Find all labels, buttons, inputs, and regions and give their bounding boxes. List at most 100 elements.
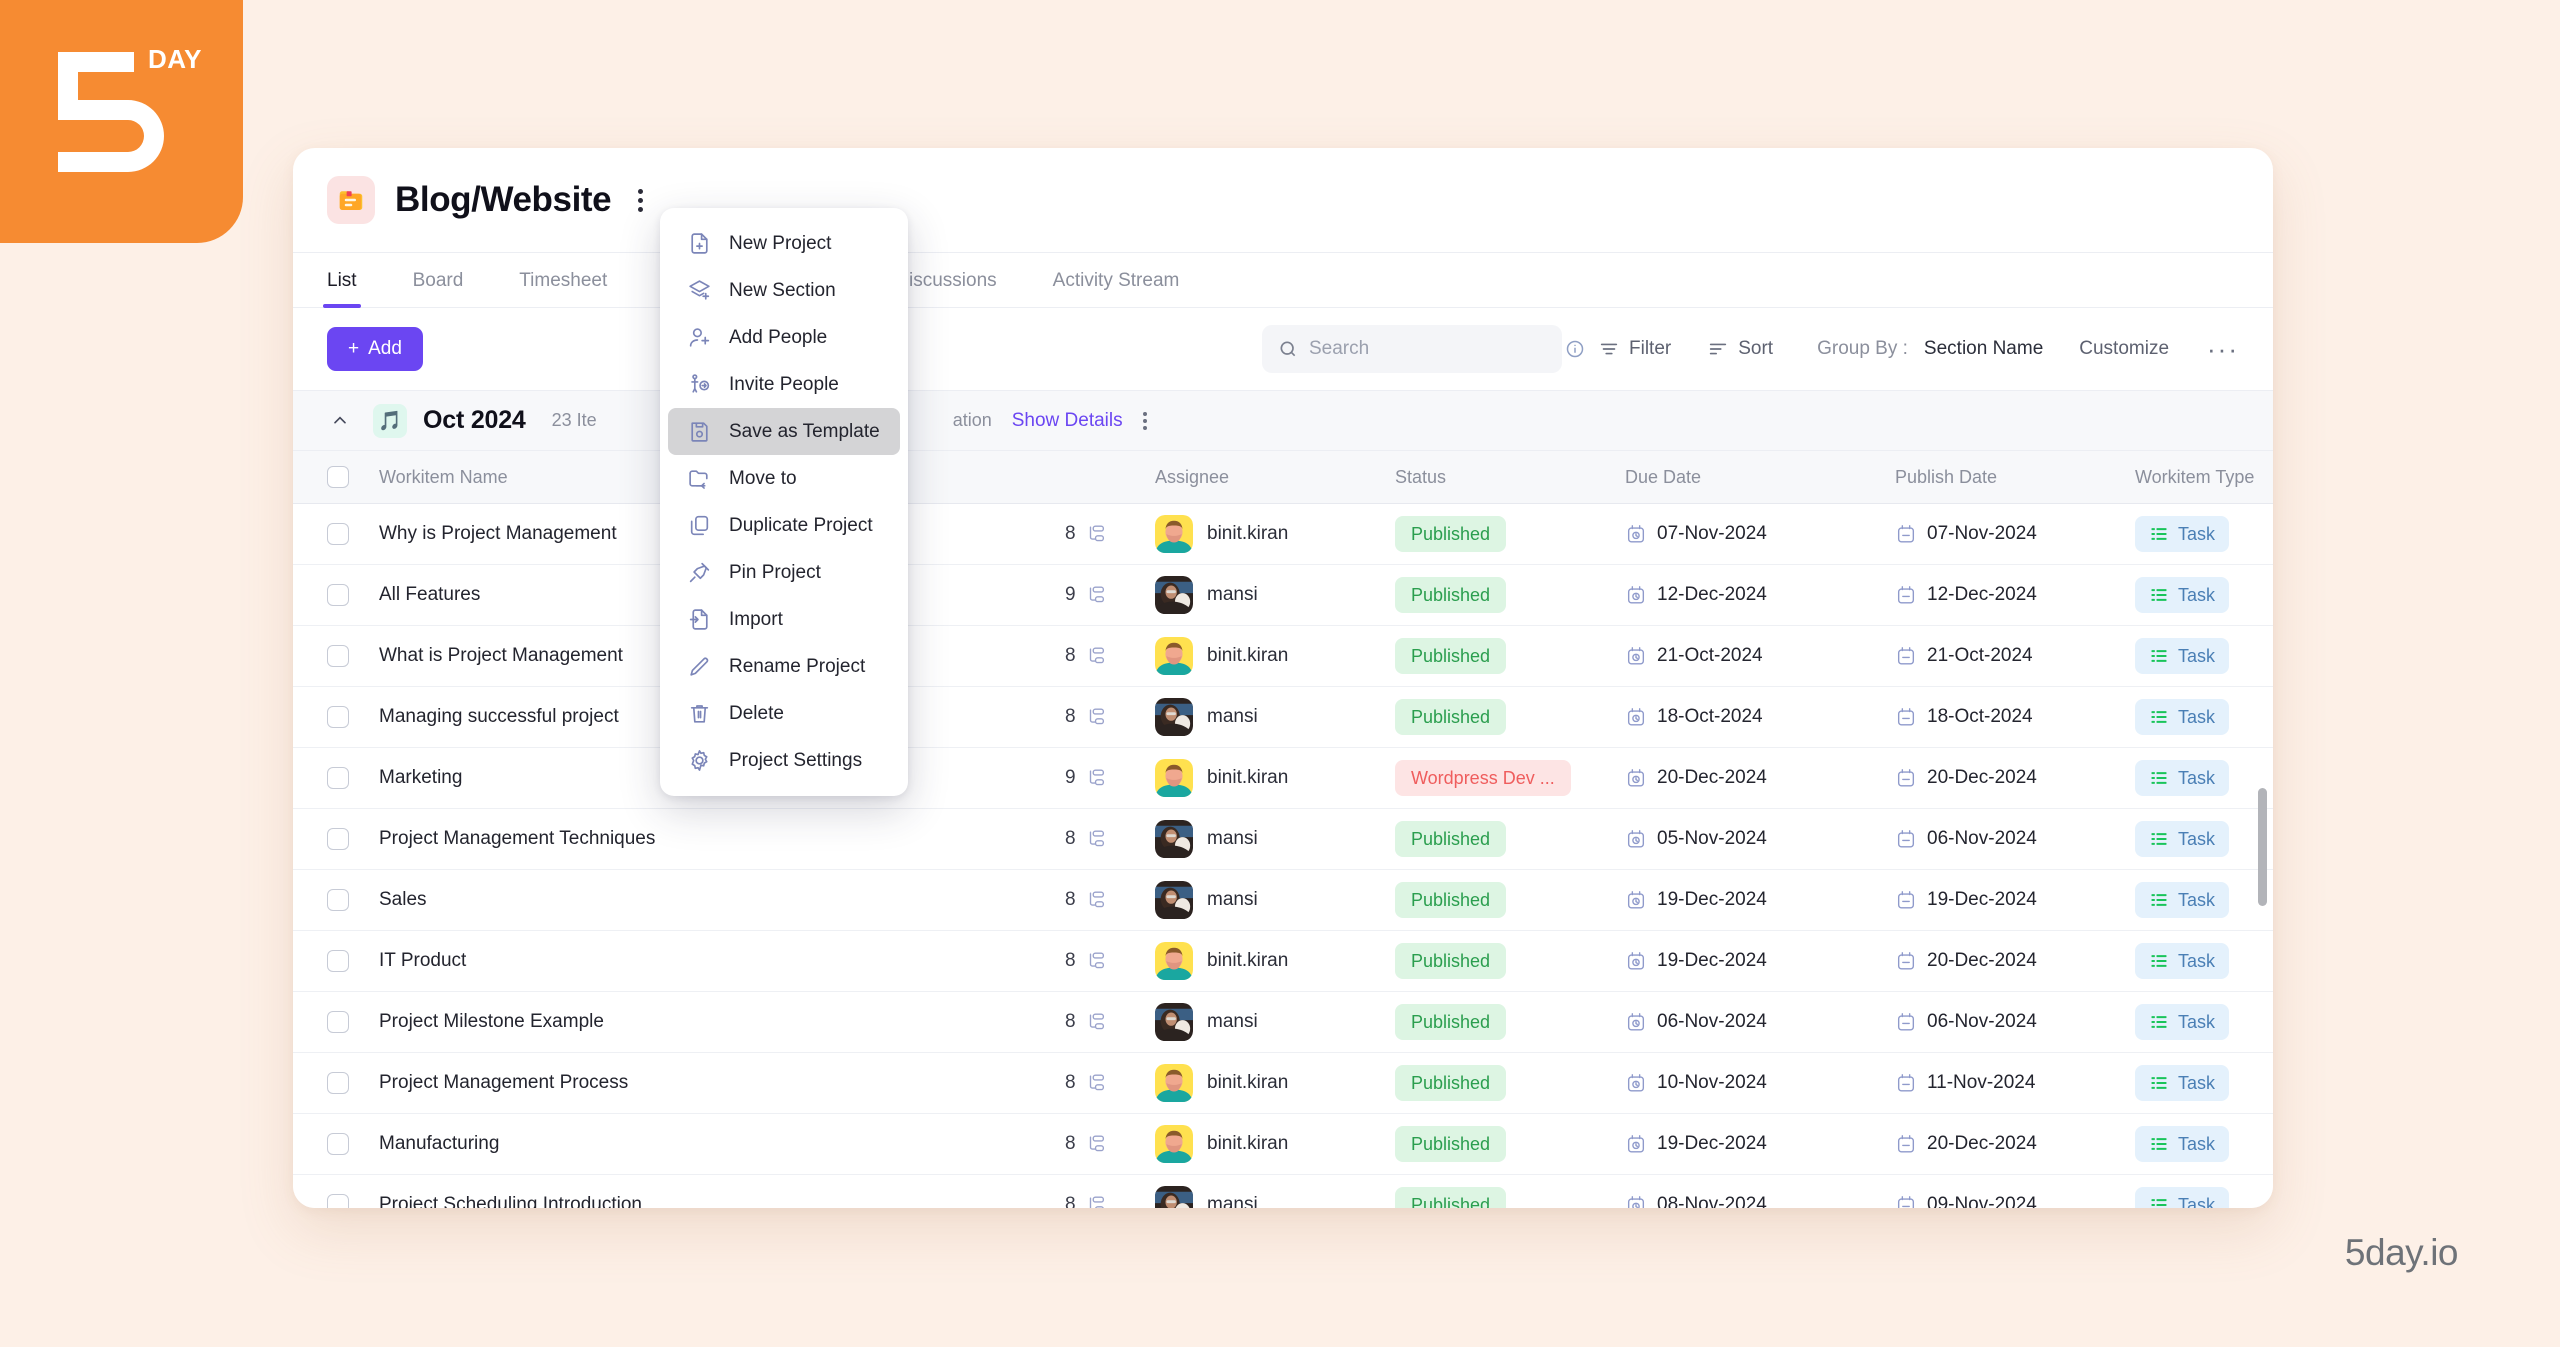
cell-workitem-type[interactable]: Task <box>2135 943 2273 979</box>
table-row[interactable]: What is Project Management 8 binit.kiran… <box>293 626 2273 687</box>
column-header-publish-date[interactable]: Publish Date <box>1895 467 2135 488</box>
vertical-scrollbar[interactable] <box>2258 448 2267 1208</box>
row-checkbox[interactable] <box>327 523 349 545</box>
customize-button[interactable]: Customize <box>2079 338 2169 360</box>
cell-publish-date[interactable]: 20-Dec-2024 <box>1895 950 2135 972</box>
filter-button[interactable]: Filter <box>1598 338 1671 360</box>
menu-item-new-section[interactable]: New Section <box>668 267 900 314</box>
select-all-checkbox[interactable] <box>327 466 349 488</box>
project-more-options-icon[interactable] <box>625 182 655 218</box>
cell-assignee[interactable]: binit.kiran <box>1155 515 1395 553</box>
cell-workitem-type[interactable]: Task <box>2135 1187 2273 1208</box>
cell-workitem-name[interactable]: Manufacturing <box>365 1133 1065 1155</box>
table-row[interactable]: IT Product 8 binit.kiran Published 19-De… <box>293 931 2273 992</box>
cell-subtask-count[interactable]: 8 <box>1065 889 1155 911</box>
menu-item-new-project[interactable]: New Project <box>668 220 900 267</box>
cell-due-date[interactable]: 12-Dec-2024 <box>1625 584 1895 606</box>
row-checkbox[interactable] <box>327 584 349 606</box>
column-header-status[interactable]: Status <box>1395 467 1625 488</box>
cell-subtask-count[interactable]: 8 <box>1065 645 1155 667</box>
cell-status[interactable]: Published <box>1395 577 1625 613</box>
cell-subtask-count[interactable]: 8 <box>1065 706 1155 728</box>
search-input[interactable] <box>1309 338 1554 360</box>
cell-due-date[interactable]: 08-Nov-2024 <box>1625 1194 1895 1208</box>
menu-item-move-to[interactable]: Move to <box>668 455 900 502</box>
cell-subtask-count[interactable]: 8 <box>1065 828 1155 850</box>
row-checkbox[interactable] <box>327 1072 349 1094</box>
cell-status[interactable]: Published <box>1395 821 1625 857</box>
cell-assignee[interactable]: binit.kiran <box>1155 1064 1395 1102</box>
tab-discussions[interactable]: Discussions <box>895 270 996 307</box>
cell-assignee[interactable]: binit.kiran <box>1155 759 1395 797</box>
toolbar-more-icon[interactable]: ··· <box>2207 336 2239 362</box>
sort-button[interactable]: Sort <box>1707 338 1773 360</box>
cell-publish-date[interactable]: 11-Nov-2024 <box>1895 1072 2135 1094</box>
cell-subtask-count[interactable]: 8 <box>1065 523 1155 545</box>
cell-due-date[interactable]: 10-Nov-2024 <box>1625 1072 1895 1094</box>
cell-workitem-name[interactable]: Project Management Techniques <box>365 828 1065 850</box>
table-row[interactable]: Project Management Process 8 binit.kiran… <box>293 1053 2273 1114</box>
show-details-link[interactable]: Show Details <box>1012 410 1123 432</box>
menu-item-save-as-template[interactable]: Save as Template <box>668 408 900 455</box>
cell-status[interactable]: Published <box>1395 943 1625 979</box>
cell-status[interactable]: Published <box>1395 882 1625 918</box>
cell-publish-date[interactable]: 09-Nov-2024 <box>1895 1194 2135 1208</box>
cell-publish-date[interactable]: 18-Oct-2024 <box>1895 706 2135 728</box>
cell-assignee[interactable]: mansi <box>1155 698 1395 736</box>
table-row[interactable]: Project Management Techniques 8 mansi Pu… <box>293 809 2273 870</box>
add-button[interactable]: + Add <box>327 327 423 371</box>
table-row[interactable]: All Features 9 mansi Published 12-Dec-20… <box>293 565 2273 626</box>
cell-publish-date[interactable]: 19-Dec-2024 <box>1895 889 2135 911</box>
menu-item-add-people[interactable]: Add People <box>668 314 900 361</box>
cell-workitem-name[interactable]: Sales <box>365 889 1065 911</box>
cell-assignee[interactable]: binit.kiran <box>1155 637 1395 675</box>
cell-workitem-type[interactable]: Task <box>2135 821 2273 857</box>
row-checkbox[interactable] <box>327 1133 349 1155</box>
cell-workitem-type[interactable]: Task <box>2135 577 2273 613</box>
table-row[interactable]: Project Milestone Example 8 mansi Publis… <box>293 992 2273 1053</box>
cell-workitem-type[interactable]: Task <box>2135 516 2273 552</box>
cell-status[interactable]: Published <box>1395 1187 1625 1208</box>
row-checkbox[interactable] <box>327 828 349 850</box>
info-icon[interactable] <box>1565 339 1585 359</box>
row-checkbox[interactable] <box>327 767 349 789</box>
cell-publish-date[interactable]: 06-Nov-2024 <box>1895 828 2135 850</box>
cell-due-date[interactable]: 05-Nov-2024 <box>1625 828 1895 850</box>
cell-status[interactable]: Wordpress Dev ... <box>1395 760 1625 796</box>
cell-publish-date[interactable]: 20-Dec-2024 <box>1895 1133 2135 1155</box>
cell-due-date[interactable]: 19-Dec-2024 <box>1625 889 1895 911</box>
cell-publish-date[interactable]: 20-Dec-2024 <box>1895 767 2135 789</box>
cell-assignee[interactable]: mansi <box>1155 576 1395 614</box>
cell-status[interactable]: Published <box>1395 699 1625 735</box>
cell-subtask-count[interactable]: 8 <box>1065 950 1155 972</box>
table-row[interactable]: Project Scheduling Introduction 8 mansi … <box>293 1175 2273 1208</box>
cell-workitem-name[interactable]: Project Milestone Example <box>365 1011 1065 1033</box>
menu-item-pin-project[interactable]: Pin Project <box>668 549 900 596</box>
row-checkbox[interactable] <box>327 645 349 667</box>
tab-timesheet[interactable]: Timesheet <box>519 270 607 307</box>
cell-due-date[interactable]: 19-Dec-2024 <box>1625 1133 1895 1155</box>
table-row[interactable]: Why is Project Management 8 binit.kiran … <box>293 504 2273 565</box>
cell-publish-date[interactable]: 07-Nov-2024 <box>1895 523 2135 545</box>
cell-due-date[interactable]: 18-Oct-2024 <box>1625 706 1895 728</box>
menu-item-delete[interactable]: Delete <box>668 690 900 737</box>
column-header-workitem-type[interactable]: Workitem Type <box>2135 467 2273 488</box>
cell-due-date[interactable]: 06-Nov-2024 <box>1625 1011 1895 1033</box>
scrollbar-thumb[interactable] <box>2258 788 2267 906</box>
cell-workitem-type[interactable]: Task <box>2135 882 2273 918</box>
cell-publish-date[interactable]: 21-Oct-2024 <box>1895 645 2135 667</box>
tab-list[interactable]: List <box>323 270 361 308</box>
cell-status[interactable]: Published <box>1395 638 1625 674</box>
menu-item-duplicate-project[interactable]: Duplicate Project <box>668 502 900 549</box>
cell-assignee[interactable]: mansi <box>1155 881 1395 919</box>
cell-due-date[interactable]: 07-Nov-2024 <box>1625 523 1895 545</box>
column-header-due-date[interactable]: Due Date <box>1625 467 1895 488</box>
menu-item-project-settings[interactable]: Project Settings <box>668 737 900 784</box>
cell-subtask-count[interactable]: 9 <box>1065 767 1155 789</box>
search-box[interactable] <box>1262 325 1584 373</box>
cell-workitem-type[interactable]: Task <box>2135 1065 2273 1101</box>
cell-workitem-type[interactable]: Task <box>2135 699 2273 735</box>
cell-assignee[interactable]: binit.kiran <box>1155 1125 1395 1163</box>
cell-workitem-name[interactable]: IT Product <box>365 950 1065 972</box>
group-by-button[interactable]: Group By : Section Name <box>1817 338 2043 360</box>
